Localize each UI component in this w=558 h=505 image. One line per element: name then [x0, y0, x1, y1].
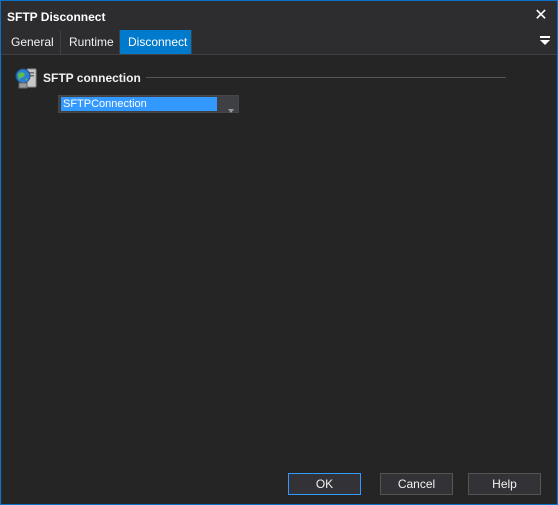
tab-bar: General Runtime Disconnect — [1, 30, 557, 55]
connection-select[interactable]: SFTPConnection — [58, 95, 239, 113]
group-title: SFTP connection — [43, 71, 141, 85]
group-divider — [146, 77, 506, 78]
window-title: SFTP Disconnect — [7, 10, 106, 24]
globe-server-icon — [13, 65, 39, 91]
help-button[interactable]: Help — [468, 473, 541, 495]
tab-content-panel: SFTP connection SFTPConnection OK Cancel… — [2, 55, 556, 504]
ok-button[interactable]: OK — [288, 473, 361, 495]
close-icon[interactable]: ✕ — [531, 6, 551, 26]
chevron-down-icon[interactable] — [228, 102, 234, 113]
tab-runtime[interactable]: Runtime — [61, 30, 120, 54]
title-bar: SFTP Disconnect ✕ — [1, 1, 557, 30]
tab-disconnect[interactable]: Disconnect — [120, 30, 192, 54]
cancel-button[interactable]: Cancel — [380, 473, 453, 495]
connection-select-value: SFTPConnection — [61, 97, 217, 111]
tab-general[interactable]: General — [3, 30, 61, 54]
dialog-window: SFTP Disconnect ✕ General Runtime Discon… — [0, 0, 558, 505]
dropdown-menu-icon[interactable] — [539, 35, 551, 47]
